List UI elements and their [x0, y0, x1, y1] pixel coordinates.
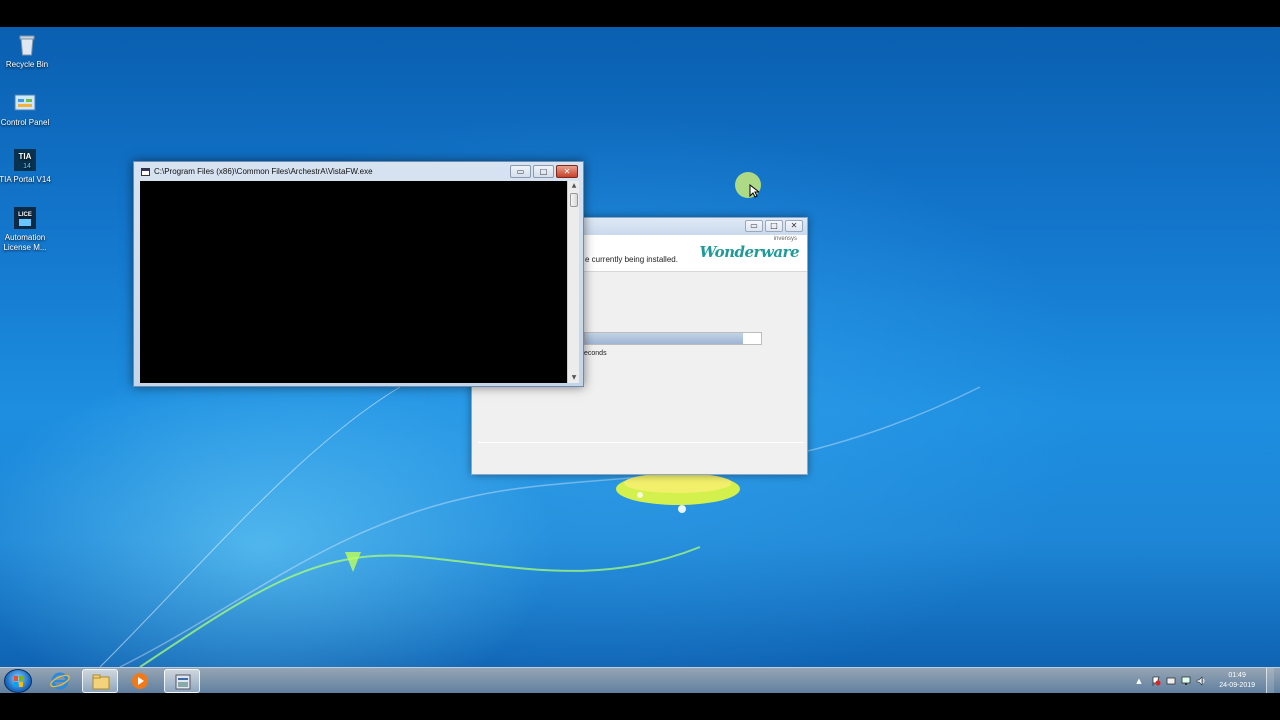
svg-text:TIA: TIA	[19, 152, 32, 161]
console-output[interactable]	[140, 181, 567, 383]
license-manager-icon: LICE	[13, 206, 37, 230]
desktop-icon-tia-portal[interactable]: TIA 14 TIA Portal V14	[0, 148, 52, 185]
system-tray: ▲ 01:49 24-09-2019	[1136, 668, 1274, 694]
action-center-flag-icon[interactable]	[1151, 676, 1161, 686]
start-button[interactable]	[4, 669, 32, 693]
taskbar-installer[interactable]	[164, 669, 200, 693]
desktop-icon-recycle-bin[interactable]: Recycle Bin	[0, 33, 54, 70]
device-icon[interactable]	[1166, 676, 1176, 686]
close-button[interactable]: ✕	[785, 220, 803, 232]
desktop-icon-label: TIA Portal V14	[0, 175, 51, 184]
desktop-icon-control-panel[interactable]: Control Panel	[0, 91, 52, 128]
window-title: C:\Program Files (x86)\Common Files\Arch…	[154, 167, 373, 176]
internet-explorer-icon	[50, 672, 70, 690]
show-desktop-button[interactable]	[1266, 668, 1274, 694]
windows-explorer-icon	[92, 674, 110, 690]
console-window-controls: ▭ □ ✕	[510, 165, 578, 178]
recycle-bin-icon	[15, 33, 39, 57]
install-status-text: e currently being installed.	[585, 255, 678, 264]
close-button[interactable]: ✕	[556, 165, 578, 178]
clock-date: 24-09-2019	[1219, 682, 1255, 689]
letterbox-bottom	[0, 693, 1280, 720]
desktop-icon-label: Automation License M...	[3, 233, 47, 252]
console-window[interactable]: C:\Program Files (x86)\Common Files\Arch…	[133, 161, 584, 387]
show-hidden-icons-icon[interactable]: ▲	[1136, 676, 1146, 686]
windows-logo-icon	[14, 676, 23, 687]
maximize-button[interactable]: □	[765, 220, 783, 232]
network-icon[interactable]	[1181, 676, 1191, 686]
installer-window-controls: ▭ □ ✕	[745, 220, 803, 232]
control-panel-icon	[13, 91, 37, 115]
media-player-icon	[132, 673, 148, 689]
svg-text:14: 14	[23, 163, 31, 170]
progress-fill	[585, 333, 744, 344]
vertical-scrollbar[interactable]: ▲ ▼	[567, 181, 579, 383]
taskbar-windows-explorer[interactable]	[82, 669, 118, 693]
installer-icon	[175, 674, 191, 690]
taskbar-media-player[interactable]	[122, 669, 158, 693]
maximize-button[interactable]: □	[533, 165, 554, 178]
desktop-icon-automation-license-manager[interactable]: LICE Automation License M...	[0, 206, 52, 253]
svg-text:LICE: LICE	[18, 212, 32, 218]
footer-divider	[478, 442, 804, 443]
minimize-button[interactable]: ▭	[510, 165, 531, 178]
mouse-cursor-icon	[749, 184, 759, 198]
volume-icon[interactable]	[1196, 676, 1206, 686]
install-progress-bar	[584, 332, 762, 345]
taskbar-clock[interactable]: 01:49 24-09-2019	[1219, 671, 1255, 691]
desktop-icon-label: Control Panel	[0, 118, 50, 127]
console-app-icon[interactable]	[141, 168, 150, 176]
clock-time: 01:49	[1228, 672, 1246, 679]
desktop-icon-label: Recycle Bin	[5, 60, 49, 69]
minimize-button[interactable]: ▭	[745, 220, 763, 232]
tia-portal-icon: TIA 14	[13, 148, 37, 172]
scroll-up-icon[interactable]: ▲	[568, 181, 580, 191]
scrollbar-thumb[interactable]	[569, 193, 578, 207]
brand-company: invensys	[773, 236, 797, 242]
taskbar: ▲ 01:49 24-09-2019	[0, 667, 1280, 694]
taskbar-internet-explorer[interactable]	[42, 669, 78, 693]
wonderware-logo: Wonderware	[699, 243, 799, 261]
scroll-down-icon[interactable]: ▼	[568, 373, 580, 383]
time-remaining-text: econds	[584, 350, 607, 357]
letterbox-top	[0, 0, 1280, 27]
